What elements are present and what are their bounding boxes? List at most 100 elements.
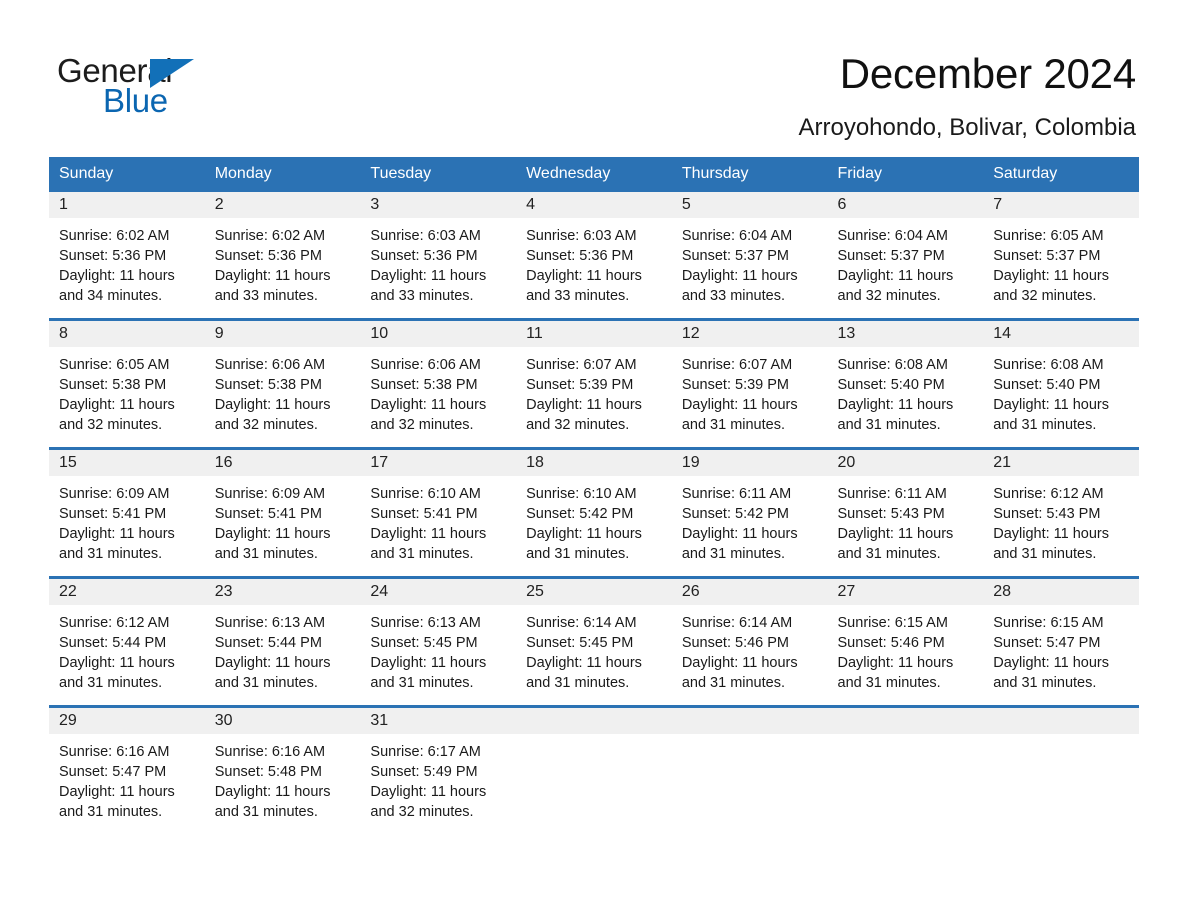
- daylight-text-line1: Daylight: 11 hours: [993, 268, 1110, 284]
- daylight-text-line2: and 31 minutes.: [370, 675, 474, 691]
- sunrise-text: Sunrise: 6:14 AM: [681, 615, 793, 631]
- sunset-text: Sunset: 5:41 PM: [59, 506, 167, 522]
- calendar-day-cell[interactable]: 4 Sunrise: 6:03 AM Sunset: 5:36 PM Daylight…: [516, 192, 672, 320]
- daylight-text-line1: Daylight: 11 hours: [837, 655, 954, 671]
- day-details: Sunrise: 6:14 AM Sunset: 5:46 PM Daylight:…: [672, 605, 828, 693]
- sunrise-text: Sunrise: 6:14 AM: [526, 615, 637, 631]
- daylight-text-line2: and 33 minutes.: [370, 288, 474, 304]
- sunrise-text: Sunrise: 6:09 AM: [214, 486, 326, 502]
- day-number: 1: [49, 192, 205, 218]
- daylight-text-line2: and 33 minutes.: [681, 288, 785, 304]
- page-title: December 2024: [839, 50, 1136, 97]
- day-details: Sunrise: 6:05 AM Sunset: 5:37 PM Daylight:…: [983, 218, 1139, 306]
- day-details: Sunrise: 6:03 AM Sunset: 5:36 PM Daylight:…: [360, 218, 516, 306]
- day-details: Sunrise: 6:10 AM Sunset: 5:41 PM Daylight:…: [360, 476, 516, 564]
- daylight-text-line2: and 31 minutes.: [214, 675, 318, 691]
- sunrise-text: Sunrise: 6:16 AM: [59, 744, 170, 760]
- calendar-day-cell[interactable]: 5 Sunrise: 6:04 AM Sunset: 5:37 PM Daylight…: [671, 192, 828, 320]
- sunrise-text: Sunrise: 6:15 AM: [993, 615, 1104, 631]
- daylight-text-line1: Daylight: 11 hours: [214, 526, 331, 542]
- day-details: Sunrise: 6:11 AM Sunset: 5:43 PM Daylight:…: [828, 476, 984, 564]
- calendar-day-cell[interactable]: 17 Sunrise: 6:10 AM Sunset: 5:41 PM Dayligh…: [360, 447, 517, 578]
- sunset-text: Sunset: 5:49 PM: [370, 764, 478, 780]
- calendar-day-cell[interactable]: 20 Sunrise: 6:11 AM Sunset: 5:43 PM Dayligh…: [827, 447, 984, 578]
- calendar-day-cell[interactable]: 19 Sunrise: 6:11 AM Sunset: 5:42 PM Dayligh…: [671, 447, 828, 578]
- calendar-day-cell[interactable]: 23 Sunrise: 6:13 AM Sunset: 5:44 PM Dayligh…: [204, 576, 361, 707]
- calendar-day-cell[interactable]: 31 Sunrise: 6:17 AM Sunset: 5:49 PM Dayligh…: [360, 705, 517, 834]
- calendar-day-cell[interactable]: 12 Sunrise: 6:07 AM Sunset: 5:39 PM Dayligh…: [671, 318, 828, 449]
- page-header: General Blue December 2024 Arroyohondo, …: [0, 0, 1188, 150]
- day-details: Sunrise: 6:04 AM Sunset: 5:37 PM Daylight:…: [828, 218, 984, 306]
- daylight-text-line2: and 34 minutes.: [59, 288, 163, 304]
- daylight-text-line2: and 32 minutes.: [526, 417, 630, 433]
- daylight-text-line2: and 31 minutes.: [214, 546, 318, 562]
- calendar-day-cell[interactable]: 22 Sunrise: 6:12 AM Sunset: 5:44 PM Dayligh…: [49, 576, 205, 707]
- sunrise-text: Sunrise: 6:06 AM: [370, 357, 481, 373]
- sunset-text: Sunset: 5:45 PM: [526, 635, 634, 651]
- daylight-text-line1: Daylight: 11 hours: [59, 655, 175, 671]
- daylight-text-line1: Daylight: 11 hours: [681, 526, 798, 542]
- general-blue-logo: General Blue: [57, 52, 277, 119]
- calendar-day-cell-empty: [983, 705, 1139, 834]
- daylight-text-line2: and 31 minutes.: [526, 675, 630, 691]
- sunrise-text: Sunrise: 6:11 AM: [681, 486, 792, 502]
- calendar-day-cell[interactable]: 16 Sunrise: 6:09 AM Sunset: 5:41 PM Dayligh…: [204, 447, 361, 578]
- title-block: December 2024 Arroyohondo, Bolivar, Colo…: [798, 48, 1136, 144]
- calendar-day-cell[interactable]: 26 Sunrise: 6:14 AM Sunset: 5:46 PM Dayligh…: [671, 576, 828, 707]
- sunset-text: Sunset: 5:37 PM: [837, 248, 945, 264]
- calendar-day-cell[interactable]: 1 Sunrise: 6:02 AM Sunset: 5:36 PM Daylight…: [49, 192, 205, 320]
- sunset-text: Sunset: 5:47 PM: [59, 764, 167, 780]
- day-number: 13: [827, 321, 984, 347]
- day-number: 19: [671, 450, 828, 476]
- calendar-day-cell[interactable]: 14 Sunrise: 6:08 AM Sunset: 5:40 PM Dayligh…: [983, 318, 1139, 449]
- sunrise-text: Sunrise: 6:16 AM: [214, 744, 326, 760]
- daylight-text-line1: Daylight: 11 hours: [526, 397, 642, 413]
- calendar-day-cell[interactable]: 6 Sunrise: 6:04 AM Sunset: 5:37 PM Daylight…: [827, 192, 984, 320]
- daylight-text-line2: and 32 minutes.: [59, 417, 163, 433]
- daylight-text-line1: Daylight: 11 hours: [526, 268, 642, 284]
- calendar-day-cell[interactable]: 8 Sunrise: 6:05 AM Sunset: 5:38 PM Daylight…: [49, 318, 205, 449]
- calendar-day-cell[interactable]: 27 Sunrise: 6:15 AM Sunset: 5:46 PM Dayligh…: [827, 576, 984, 707]
- weekday-header-wednesday: Wednesday: [516, 157, 672, 192]
- calendar-day-cell[interactable]: 24 Sunrise: 6:13 AM Sunset: 5:45 PM Dayligh…: [360, 576, 517, 707]
- day-details: Sunrise: 6:03 AM Sunset: 5:36 PM Daylight:…: [516, 218, 672, 306]
- calendar-day-cell-empty: [516, 705, 672, 834]
- calendar-day-cell[interactable]: 3 Sunrise: 6:03 AM Sunset: 5:36 PM Daylight…: [360, 192, 517, 320]
- sunrise-text: Sunrise: 6:03 AM: [526, 228, 637, 244]
- location-subtitle: Arroyohondo, Bolivar, Colombia: [798, 114, 1136, 141]
- calendar-day-cell[interactable]: 21 Sunrise: 6:12 AM Sunset: 5:43 PM Dayligh…: [983, 447, 1139, 578]
- day-number: 31: [360, 708, 517, 734]
- day-details: Sunrise: 6:17 AM Sunset: 5:49 PM Daylight:…: [360, 734, 516, 822]
- calendar-day-cell[interactable]: 11 Sunrise: 6:07 AM Sunset: 5:39 PM Dayligh…: [516, 318, 672, 449]
- calendar-day-cell[interactable]: 29 Sunrise: 6:16 AM Sunset: 5:47 PM Dayligh…: [49, 705, 205, 834]
- calendar-day-cell[interactable]: 13 Sunrise: 6:08 AM Sunset: 5:40 PM Dayligh…: [827, 318, 984, 449]
- daylight-text-line2: and 32 minutes.: [214, 417, 318, 433]
- daylight-text-line1: Daylight: 11 hours: [214, 655, 331, 671]
- day-number: 28: [983, 579, 1139, 605]
- calendar-day-cell[interactable]: 7 Sunrise: 6:05 AM Sunset: 5:37 PM Daylight…: [983, 192, 1139, 320]
- calendar-day-cell[interactable]: 25 Sunrise: 6:14 AM Sunset: 5:45 PM Dayligh…: [516, 576, 672, 707]
- sunrise-text: Sunrise: 6:08 AM: [993, 357, 1104, 373]
- sunset-text: Sunset: 5:43 PM: [993, 506, 1101, 522]
- calendar-day-cell[interactable]: 2 Sunrise: 6:02 AM Sunset: 5:36 PM Daylight…: [204, 192, 361, 320]
- calendar-day-cell[interactable]: 10 Sunrise: 6:06 AM Sunset: 5:38 PM Dayligh…: [360, 318, 517, 449]
- calendar-day-cell[interactable]: 28 Sunrise: 6:15 AM Sunset: 5:47 PM Dayligh…: [983, 576, 1139, 707]
- calendar-day-cell[interactable]: 30 Sunrise: 6:16 AM Sunset: 5:48 PM Dayligh…: [204, 705, 361, 834]
- day-details: Sunrise: 6:02 AM Sunset: 5:36 PM Daylight:…: [205, 218, 361, 306]
- calendar-day-cell[interactable]: 15 Sunrise: 6:09 AM Sunset: 5:41 PM Dayligh…: [49, 447, 205, 578]
- sunrise-text: Sunrise: 6:03 AM: [370, 228, 481, 244]
- day-number: 3: [360, 192, 517, 218]
- calendar-day-cell-empty: [827, 705, 984, 834]
- daylight-text-line1: Daylight: 11 hours: [214, 268, 331, 284]
- day-details: Sunrise: 6:10 AM Sunset: 5:42 PM Daylight:…: [516, 476, 672, 564]
- day-number: 16: [204, 450, 361, 476]
- daylight-text-line2: and 32 minutes.: [370, 417, 474, 433]
- day-number: [827, 708, 984, 734]
- daylight-text-line1: Daylight: 11 hours: [681, 397, 798, 413]
- daylight-text-line2: and 31 minutes.: [59, 546, 163, 562]
- day-number: 10: [360, 321, 517, 347]
- day-details: Sunrise: 6:08 AM Sunset: 5:40 PM Daylight:…: [828, 347, 984, 435]
- calendar-day-cell[interactable]: 18 Sunrise: 6:10 AM Sunset: 5:42 PM Dayligh…: [516, 447, 672, 578]
- calendar-day-cell[interactable]: 9 Sunrise: 6:06 AM Sunset: 5:38 PM Daylight…: [204, 318, 361, 449]
- day-number: 2: [204, 192, 361, 218]
